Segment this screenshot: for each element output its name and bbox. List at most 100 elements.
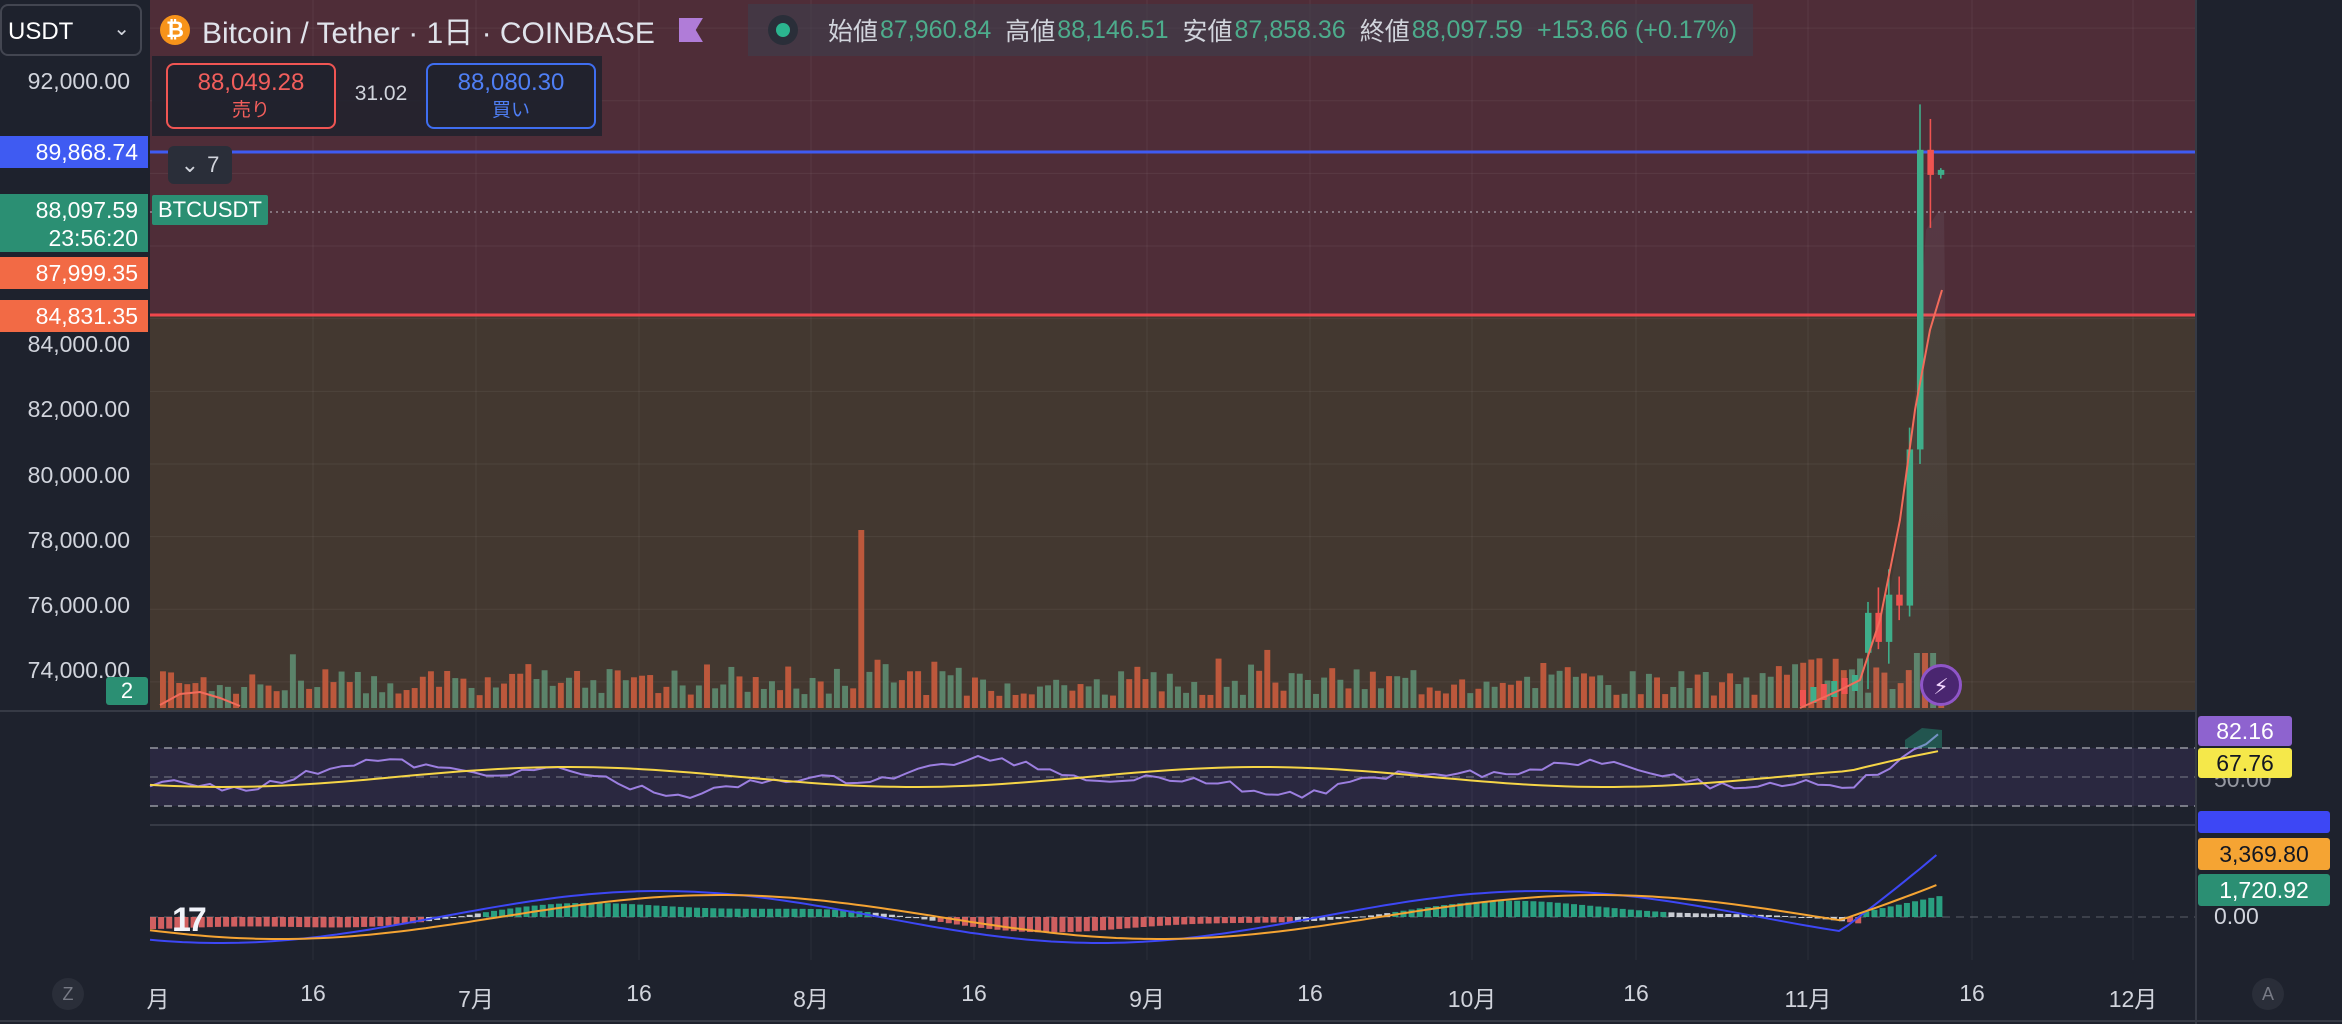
- macd-bar: [1562, 903, 1569, 917]
- lower-line-badge: 84,831.35: [0, 300, 148, 332]
- macd-bar: [629, 904, 636, 917]
- sell-button[interactable]: 88,049.28 売り: [166, 63, 336, 129]
- volume-bar: [1004, 683, 1011, 708]
- macd-bar: [710, 908, 717, 917]
- macd-bar: [1895, 904, 1902, 917]
- volume-bar: [1110, 695, 1116, 708]
- macd-bar: [1205, 917, 1212, 924]
- macd-bar: [1733, 914, 1740, 917]
- macd-bar: [1343, 917, 1350, 919]
- symbol-legend[interactable]: ₿ Bitcoin / Tether · 1日 · COINBASE: [160, 4, 703, 56]
- prev-close-badge: 87,999.35: [0, 257, 148, 289]
- price-tick: 92,000.00: [27, 68, 130, 94]
- macd-bar: [223, 917, 230, 927]
- volume-bar: [1621, 693, 1628, 708]
- macd-bar: [1246, 917, 1253, 923]
- time-tick: 9月: [1129, 986, 1165, 1012]
- macd-bar: [1489, 901, 1496, 917]
- auto-scale-button[interactable]: A: [2252, 978, 2284, 1010]
- macd-bar: [206, 917, 213, 928]
- candle-body: [1917, 149, 1924, 450]
- volume-bar: [1264, 649, 1271, 708]
- volume-bar: [955, 667, 962, 708]
- macd-bar: [1676, 912, 1683, 917]
- macd-bar: [1790, 916, 1797, 918]
- volume-bar: [541, 670, 548, 708]
- volume-bar: [647, 675, 654, 708]
- low-label: 安値: [1182, 18, 1233, 46]
- indicators-collapse-button[interactable]: ⌄ 7: [168, 146, 232, 184]
- volume-bar: [460, 678, 467, 708]
- volume-bar: [419, 676, 426, 708]
- macd-bar: [604, 903, 611, 917]
- sell-label: 売り: [231, 100, 270, 121]
- volume-bar: [509, 673, 516, 708]
- volume-bar: [801, 694, 808, 708]
- upper-line-badge: 89,868.74: [0, 136, 148, 168]
- market-status-icon[interactable]: [768, 15, 798, 45]
- open-label: 始値: [828, 18, 879, 46]
- flag-icon[interactable]: [678, 18, 703, 42]
- macd-bar: [645, 905, 652, 917]
- buy-price: 88,080.30: [457, 69, 565, 96]
- macd-bar: [1173, 917, 1180, 925]
- volume-bar: [639, 675, 645, 708]
- volume-bar: [1670, 686, 1677, 708]
- volume-bar: [1426, 687, 1433, 708]
- tradingview-logo: 17: [172, 901, 207, 939]
- volume-bar: [907, 671, 913, 708]
- macd-bar: [823, 909, 830, 917]
- volume-bar: [1118, 671, 1125, 708]
- macd-bar: [1595, 906, 1602, 917]
- macd-bar: [279, 917, 286, 927]
- volume-bar: [1361, 689, 1368, 708]
- volume-bar: [1451, 684, 1457, 708]
- high-value: 88,146.51: [1057, 15, 1169, 44]
- volume-bar: [1784, 674, 1790, 708]
- volume-bar: [833, 668, 840, 708]
- lightning-icon[interactable]: ⚡: [1920, 664, 1962, 706]
- macd-bar: [150, 917, 156, 930]
- volume-bar: [444, 670, 451, 708]
- spread-value: 31.02: [354, 82, 408, 105]
- volume-bar: [208, 691, 215, 708]
- currency-select[interactable]: USDT ⌄: [0, 4, 142, 56]
- volume-bar: [1637, 694, 1644, 708]
- chart-canvas[interactable]: [0, 0, 2342, 1024]
- volume-bar: [622, 680, 629, 708]
- volume-bar: [1304, 679, 1311, 708]
- macd-bar: [1879, 908, 1886, 917]
- buy-button[interactable]: 88,080.30 買い: [426, 63, 596, 129]
- macd-bar: [271, 917, 278, 927]
- volume-bar: [1223, 686, 1230, 708]
- volume-bar: [289, 654, 296, 708]
- macd-bar: [767, 908, 774, 917]
- volume-bar: [1142, 679, 1149, 708]
- volume-bar: [1191, 681, 1198, 708]
- volume-bar: [306, 688, 313, 708]
- volume-bar: [1556, 670, 1563, 708]
- volume-bar: [1280, 690, 1287, 708]
- macd-bar: [312, 917, 319, 928]
- volume-bar: [1442, 693, 1449, 708]
- time-tick: 月: [146, 986, 170, 1012]
- candle-body: [1896, 594, 1903, 606]
- volume-bar: [1150, 672, 1157, 708]
- timezone-button[interactable]: Z: [52, 978, 84, 1010]
- volume-bar: [557, 682, 564, 708]
- volume-bar: [720, 684, 727, 708]
- alert-count-badge: 2: [106, 677, 148, 705]
- change-value: +153.66 (+0.17%): [1536, 15, 1738, 44]
- macd-bar: [620, 903, 627, 917]
- candle-body: [1937, 169, 1945, 175]
- macd-bar: [702, 907, 709, 917]
- macd-bar: [775, 908, 782, 917]
- macd-zero-label: 0.00: [2214, 903, 2259, 929]
- macd-bar: [929, 917, 936, 921]
- macd-bar: [897, 915, 904, 917]
- volume-bar: [525, 664, 532, 708]
- volume-bar: [346, 682, 353, 708]
- macd-bar: [994, 917, 1001, 930]
- macd-bar: [807, 908, 814, 917]
- volume-bar: [1459, 679, 1466, 708]
